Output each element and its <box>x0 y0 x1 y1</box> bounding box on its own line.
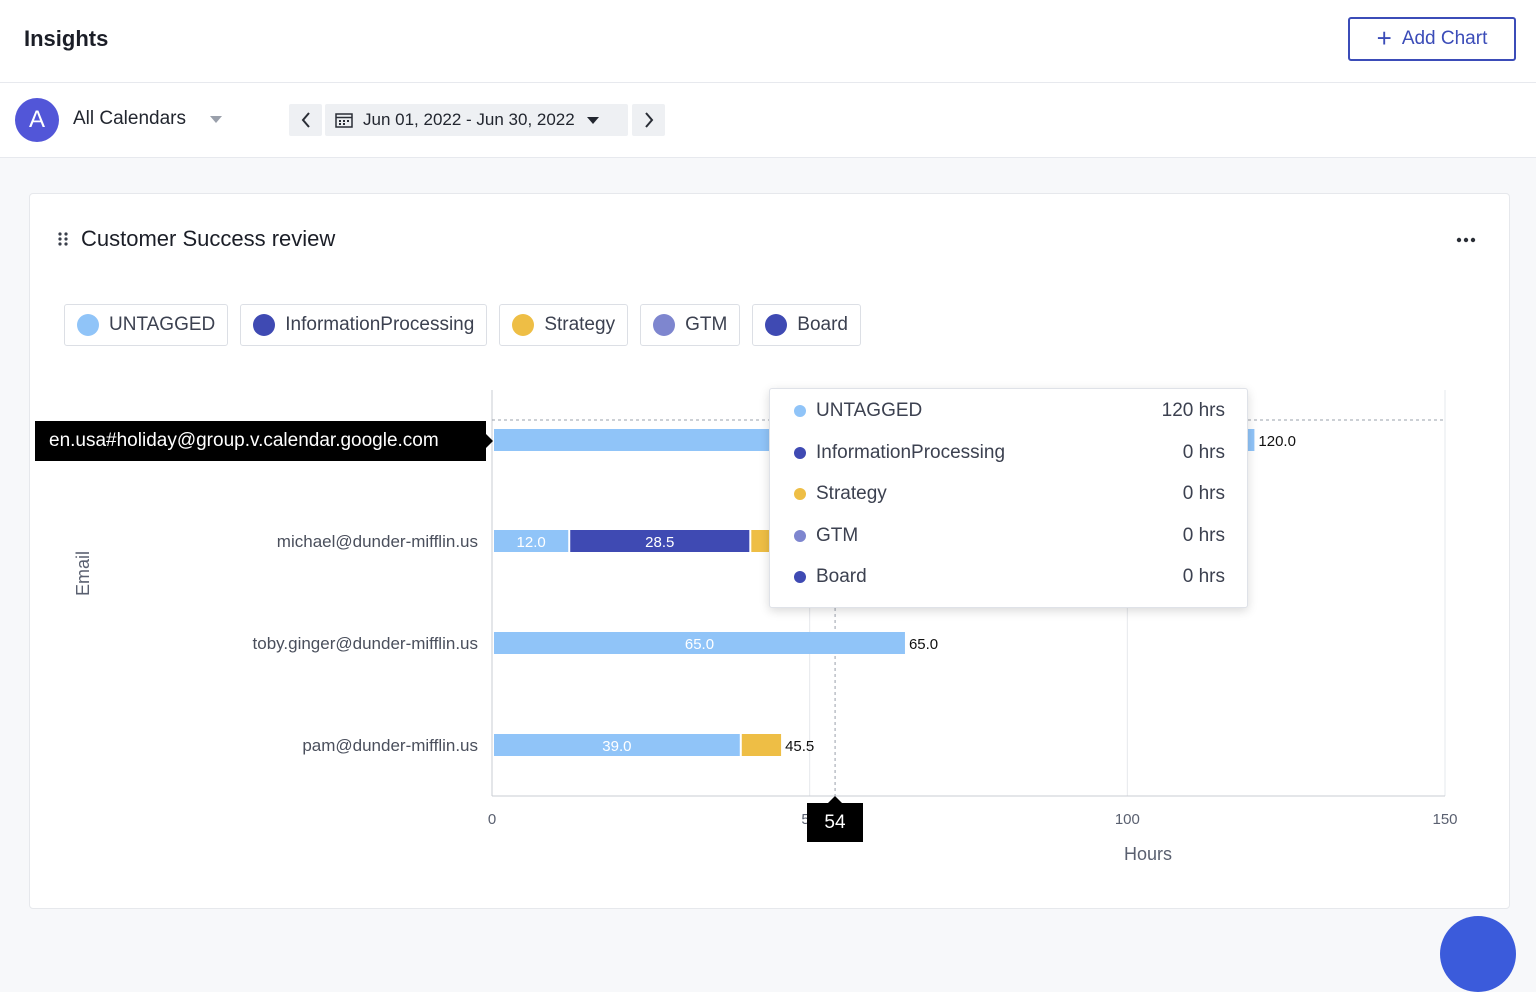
bar-value-label: 28.5 <box>645 534 674 551</box>
y-axis-title: Email <box>73 550 93 596</box>
bar-chart: 050100150Hoursmichael@dunder-mifflin.ust… <box>253 390 1458 864</box>
tooltip-value: 120 hrs <box>1161 400 1225 421</box>
bar-total-label: 65.0 <box>909 636 938 653</box>
category-tooltip: en.usa#holiday@group.v.calendar.google.c… <box>35 421 493 461</box>
y-tick-label: toby.ginger@dunder-mifflin.us <box>253 634 478 653</box>
tooltip-label: InformationProcessing <box>816 441 1006 463</box>
tooltip-value: 0 hrs <box>1182 524 1225 546</box>
hover-tooltip: UNTAGGED 120 hrs InformationProcessing 0 hr… <box>769 388 1248 608</box>
bar-segment <box>741 734 782 756</box>
tooltip-dot <box>794 529 806 542</box>
x-tick-label: 100 <box>1115 811 1140 828</box>
tooltip-value: 0 hrs <box>1182 441 1225 463</box>
y-tick-label: michael@dunder-mifflin.us <box>277 532 478 551</box>
tooltip-label: Strategy <box>816 483 887 504</box>
floating-action-button[interactable] <box>1440 916 1516 992</box>
tooltip-row: Board 0 hrs <box>794 565 1225 589</box>
tooltip-value: 0 hrs <box>1182 483 1225 504</box>
tooltip-dot <box>794 488 806 500</box>
tooltip-row: InformationProcessing 0 hrs <box>794 441 1225 465</box>
tooltip-dot <box>794 571 806 583</box>
bar-value-label: 39.0 <box>602 738 631 755</box>
tooltip-label: Board <box>816 566 867 587</box>
tooltip-row: GTM 0 hrs <box>794 524 1225 548</box>
tooltip-dot <box>794 405 806 417</box>
tooltip-dot <box>794 446 806 459</box>
tooltip-label: UNTAGGED <box>816 400 923 421</box>
cursor-value-tooltip: 54 <box>807 796 863 842</box>
x-tick-label: 150 <box>1432 811 1457 828</box>
tooltip-row: UNTAGGED 120 hrs <box>794 399 1225 423</box>
x-tick-label: 0 <box>488 811 496 828</box>
bar-value-label: 65.0 <box>685 636 714 653</box>
tooltip-value: 0 hrs <box>1182 566 1225 587</box>
tooltip-label: GTM <box>816 524 859 546</box>
y-tick-label: pam@dunder-mifflin.us <box>302 736 478 755</box>
tooltip-row: Strategy 0 hrs <box>794 482 1225 506</box>
x-axis-title: Hours <box>1124 844 1172 864</box>
bar-total-label: 45.5 <box>785 738 814 755</box>
bar-total-label: 120.0 <box>1258 433 1296 450</box>
bar-value-label: 12.0 <box>517 534 546 551</box>
